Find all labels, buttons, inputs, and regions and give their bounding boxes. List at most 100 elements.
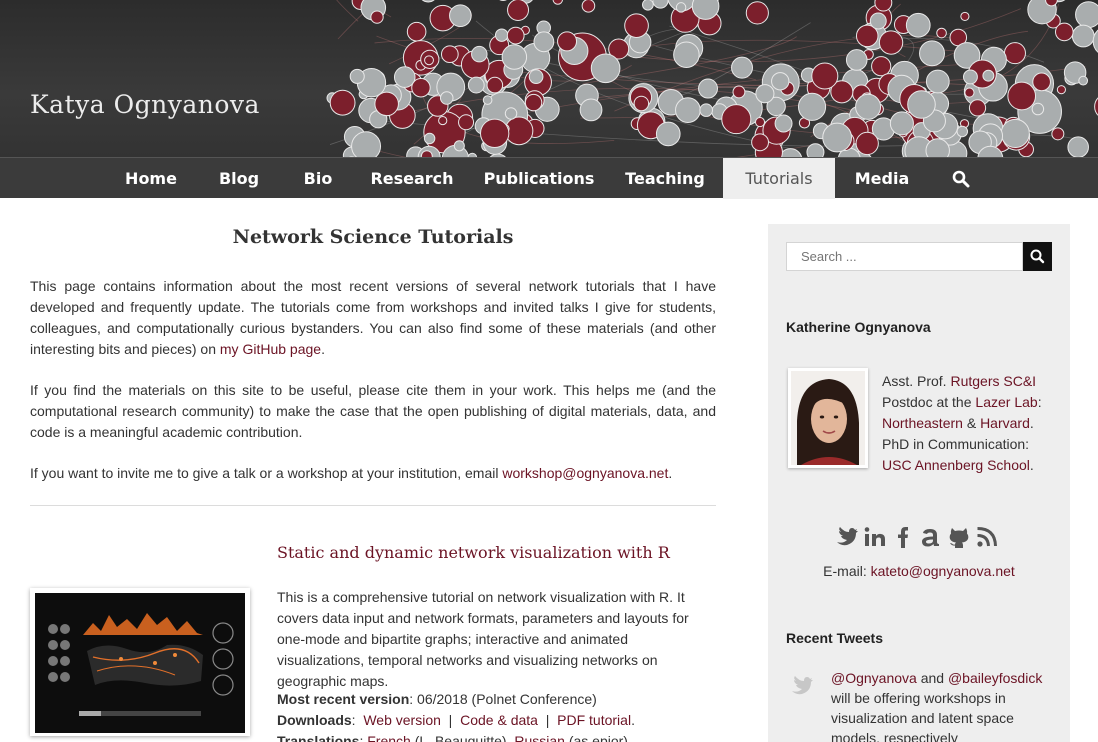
banner-node bbox=[579, 98, 603, 122]
profile-name: Katherine Ognyanova bbox=[786, 319, 931, 335]
banner-node bbox=[624, 13, 649, 38]
banner-node bbox=[506, 26, 525, 45]
banner-node bbox=[721, 104, 752, 135]
tutorial-downloads: Downloads: Web version | Code & data | P… bbox=[277, 712, 635, 728]
tutorial-translations: Translations: French (L. Beauguitte), Ru… bbox=[277, 731, 716, 742]
banner-node bbox=[774, 114, 793, 133]
bio-line-4: PhD in Communication: bbox=[882, 436, 1030, 452]
profile-photo bbox=[791, 371, 865, 465]
banner-node bbox=[925, 69, 950, 94]
linkedin-icon[interactable] bbox=[862, 524, 888, 550]
banner-node bbox=[698, 78, 718, 99]
banner-node bbox=[845, 49, 868, 71]
download-web-version-link[interactable]: Web version bbox=[363, 712, 441, 728]
academia-icon[interactable] bbox=[918, 524, 944, 550]
bio-amp: & bbox=[962, 415, 981, 431]
banner-node bbox=[1071, 24, 1095, 48]
twitter-icon[interactable] bbox=[834, 524, 860, 550]
banner-node bbox=[528, 69, 544, 85]
banner-node bbox=[424, 55, 434, 66]
banner-node bbox=[755, 84, 775, 104]
tutorial-title-link[interactable]: Static and dynamic network visualization… bbox=[277, 543, 670, 562]
github-link[interactable]: my GitHub page bbox=[220, 341, 321, 357]
banner-node bbox=[754, 117, 766, 128]
bio-period-2: . bbox=[1029, 457, 1034, 473]
banner-node bbox=[349, 68, 365, 84]
banner-node bbox=[652, 0, 669, 9]
sidebar-search-button[interactable] bbox=[1023, 242, 1052, 271]
thumbnail-art bbox=[35, 593, 245, 733]
nav-research[interactable]: Research bbox=[362, 158, 462, 199]
banner-node bbox=[732, 85, 746, 99]
workshop-email-link[interactable]: workshop@ognyanova.net bbox=[502, 465, 668, 481]
banner-node bbox=[964, 87, 975, 98]
page-title: Network Science Tutorials bbox=[232, 226, 514, 248]
banner-node bbox=[751, 133, 769, 152]
email-link[interactable]: kateto@ognyanova.net bbox=[871, 563, 1015, 579]
nav-blog[interactable]: Blog bbox=[204, 158, 274, 199]
rutgers-link[interactable]: Rutgers SC&I bbox=[950, 373, 1036, 389]
banner-node bbox=[1067, 136, 1089, 157]
tweet-item: @Ognyanova and @baileyfosdick will be of… bbox=[831, 668, 1056, 742]
nav-teaching[interactable]: Teaching bbox=[616, 158, 714, 199]
search-icon[interactable] bbox=[952, 170, 970, 188]
banner-node bbox=[1007, 81, 1037, 111]
banner-node bbox=[482, 95, 493, 105]
download-code-data-link[interactable]: Code & data bbox=[460, 712, 538, 728]
banner-node bbox=[1054, 22, 1074, 42]
section-divider bbox=[30, 505, 716, 506]
banner-node bbox=[925, 138, 950, 157]
nav-home[interactable]: Home bbox=[112, 158, 190, 199]
nav-bio[interactable]: Bio bbox=[289, 158, 347, 199]
banner-node bbox=[968, 99, 987, 117]
tutorial-thumbnail[interactable] bbox=[30, 588, 250, 736]
banner-node bbox=[533, 31, 555, 53]
nav-media[interactable]: Media bbox=[846, 158, 918, 199]
email-label: E-mail: bbox=[823, 563, 871, 579]
translations-sep: : bbox=[359, 733, 364, 742]
translation-russian-link[interactable]: Russian bbox=[514, 733, 565, 742]
banner-node bbox=[1051, 127, 1065, 141]
banner-node bbox=[1092, 29, 1098, 53]
bio-postdoc: Postdoc at the bbox=[882, 394, 976, 410]
profile-bio: Asst. Prof. Rutgers SC&I Postdoc at the … bbox=[882, 371, 1062, 476]
tutorial-description: This is a comprehensive tutorial on netw… bbox=[277, 589, 689, 689]
banner-node bbox=[797, 92, 827, 121]
banner-node bbox=[1075, 1, 1098, 29]
banner-node bbox=[374, 91, 399, 117]
annenberg-link[interactable]: USC Annenberg School bbox=[882, 457, 1030, 473]
main-nav: Home Blog Bio Research Publications Teac… bbox=[0, 157, 1098, 199]
harvard-link[interactable]: Harvard bbox=[980, 415, 1030, 431]
intro-paragraph-3: If you want to invite me to give a talk … bbox=[30, 463, 716, 484]
invite-text-end: . bbox=[668, 465, 673, 481]
banner-node bbox=[467, 76, 485, 94]
banner-node bbox=[421, 0, 435, 3]
banner-node bbox=[480, 118, 510, 149]
recent-tweets-heading: Recent Tweets bbox=[786, 630, 883, 646]
banner-node bbox=[907, 90, 936, 119]
banner-node bbox=[745, 1, 769, 25]
nav-publications[interactable]: Publications bbox=[477, 158, 601, 199]
tweet-mention-ognyanova[interactable]: @Ognyanova bbox=[831, 670, 917, 686]
facebook-icon[interactable] bbox=[890, 524, 916, 550]
nav-tutorials[interactable]: Tutorials bbox=[723, 158, 835, 199]
translation-french-link[interactable]: French bbox=[367, 733, 411, 742]
version-label: Most recent version bbox=[277, 691, 410, 707]
social-links bbox=[834, 524, 1014, 550]
github-icon[interactable] bbox=[946, 524, 972, 550]
banner-node bbox=[453, 140, 465, 152]
banner-node bbox=[905, 12, 931, 38]
lazer-lab-link[interactable]: Lazer Lab bbox=[975, 394, 1037, 410]
northeastern-link[interactable]: Northeastern bbox=[882, 415, 963, 431]
rss-icon[interactable] bbox=[974, 524, 1000, 550]
sidebar-search-input[interactable] bbox=[786, 242, 1023, 271]
banner-node bbox=[633, 95, 650, 112]
avatar bbox=[788, 368, 868, 468]
site-title[interactable]: Katya Ognyanova bbox=[30, 90, 260, 119]
banner-node bbox=[494, 28, 509, 42]
tweet-mention-baileyfosdick[interactable]: @baileyfosdick bbox=[948, 670, 1042, 686]
banner-node bbox=[590, 53, 621, 84]
invite-text: If you want to invite me to give a talk … bbox=[30, 465, 503, 481]
download-pdf-link[interactable]: PDF tutorial bbox=[557, 712, 631, 728]
bio-line-3: Northeastern & Harvard. bbox=[882, 413, 1062, 434]
